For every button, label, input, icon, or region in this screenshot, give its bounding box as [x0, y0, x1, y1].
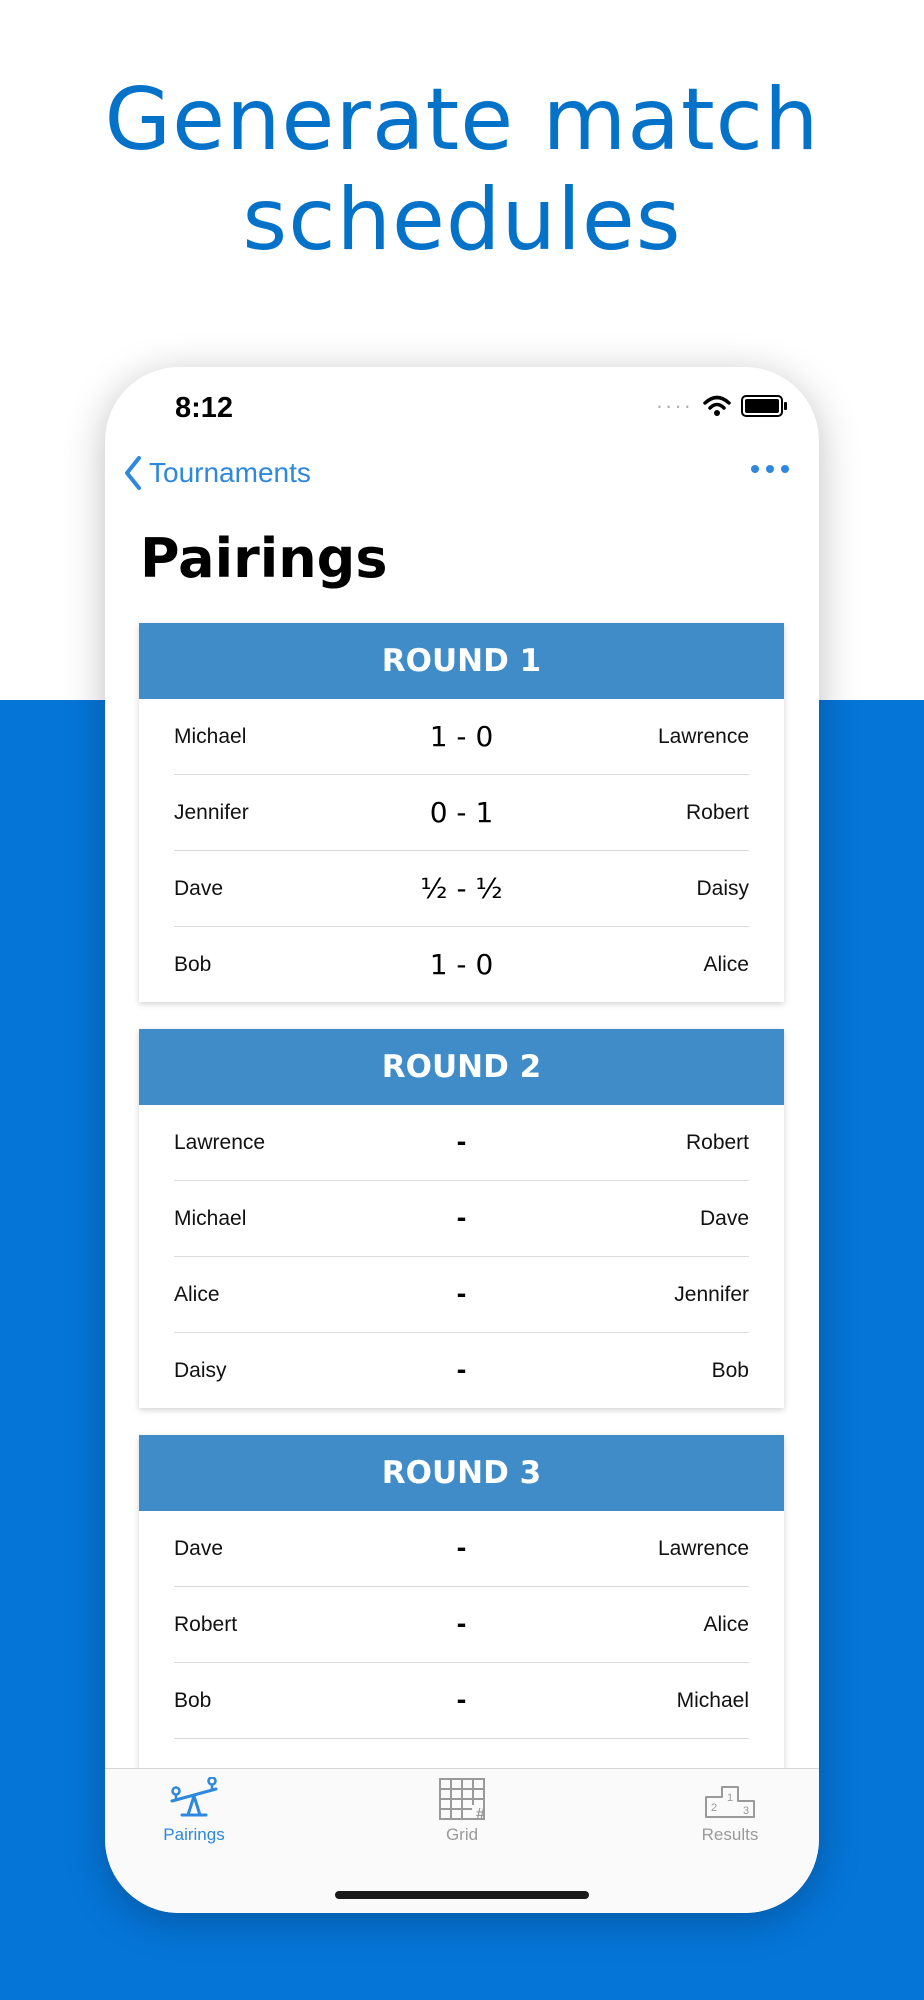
round-card: ROUND 3 Dave - Lawrence Robert - Alice B… — [139, 1435, 784, 1814]
tab-label: Results — [701, 1825, 759, 1844]
status-time: 8:12 — [175, 392, 234, 424]
match-row[interactable]: Michael - Dave — [174, 1181, 749, 1257]
player-black: Robert — [685, 801, 749, 824]
headline-line-2: schedules — [242, 170, 682, 270]
podium-icon: 2 1 3 — [705, 1786, 755, 1818]
tab-grid[interactable]: # Grid — [392, 1777, 532, 1845]
svg-text:3: 3 — [743, 1805, 749, 1817]
tab-label: Grid — [445, 1825, 479, 1844]
svg-text:1: 1 — [727, 1792, 733, 1804]
page-title: Pairings — [140, 527, 388, 590]
player-black: Alice — [703, 953, 749, 976]
player-black: Lawrence — [657, 725, 749, 748]
chevron-left-icon — [125, 456, 141, 490]
more-options-button[interactable] — [751, 465, 789, 473]
headline: Generate match schedules — [0, 70, 924, 270]
player-black: Robert — [685, 1131, 749, 1154]
tab-pairings[interactable]: Pairings — [124, 1777, 264, 1845]
player-black: Dave — [699, 1207, 749, 1230]
match-row[interactable]: Dave - Lawrence — [174, 1511, 749, 1587]
tab-results[interactable]: 2 1 3 Results — [660, 1777, 800, 1845]
match-score: 0 - 1 — [429, 796, 494, 829]
player-black: Daisy — [696, 877, 749, 900]
round-card: ROUND 1 Michael 1 - 0 Lawrence Jennifer … — [139, 623, 784, 1002]
more-dot-icon — [781, 465, 789, 473]
match-score: 1 - 0 — [429, 948, 494, 981]
match-row[interactable]: Robert - Alice — [174, 1587, 749, 1663]
match-row[interactable]: Bob - Michael — [174, 1663, 749, 1739]
player-black: Jennifer — [674, 1283, 749, 1306]
svg-text:#: # — [476, 1806, 485, 1821]
status-icons: ···· — [655, 393, 787, 418]
battery-icon — [741, 395, 787, 417]
match-score: ½ - ½ — [420, 872, 503, 905]
signal-icon: ···· — [655, 393, 693, 418]
round-header: ROUND 2 — [139, 1029, 784, 1105]
round-header: ROUND 1 — [139, 623, 784, 699]
player-black: Alice — [703, 1613, 749, 1636]
more-dot-icon — [766, 465, 774, 473]
seesaw-icon — [170, 1777, 218, 1817]
match-row[interactable]: Bob 1 - 0 Alice — [174, 927, 749, 1002]
match-row[interactable]: Michael 1 - 0 Lawrence — [174, 699, 749, 775]
match-row[interactable]: Dave ½ - ½ Daisy — [174, 851, 749, 927]
tab-label: Pairings — [163, 1825, 225, 1844]
match-score: - — [456, 1356, 467, 1384]
back-button-label: Tournaments — [149, 457, 311, 488]
match-score: - — [456, 1610, 467, 1638]
svg-text:2: 2 — [711, 1802, 717, 1814]
player-black: Michael — [676, 1689, 749, 1712]
match-score: - — [456, 1686, 467, 1714]
match-score: - — [456, 1204, 467, 1232]
round-card: ROUND 2 Lawrence - Robert Michael - Dave… — [139, 1029, 784, 1408]
more-dot-icon — [751, 465, 759, 473]
home-indicator[interactable] — [335, 1891, 589, 1899]
player-black: Lawrence — [657, 1537, 749, 1560]
match-row[interactable]: Daisy - Bob — [174, 1333, 749, 1408]
match-row[interactable]: Lawrence - Robert — [174, 1105, 749, 1181]
match-score: - — [456, 1128, 467, 1156]
grid-icon: # — [439, 1778, 485, 1821]
wifi-icon — [703, 395, 731, 416]
player-black: Bob — [711, 1359, 749, 1382]
headline-line-1: Generate match — [104, 70, 820, 170]
back-button[interactable]: Tournaments — [123, 455, 311, 491]
phone-screen: 8:12 ···· Tournaments Pairings ROUND 1 M… — [105, 367, 819, 1913]
match-row[interactable]: Alice - Jennifer — [174, 1257, 749, 1333]
match-row[interactable]: Jennifer 0 - 1 Robert — [174, 775, 749, 851]
round-header: ROUND 3 — [139, 1435, 784, 1511]
match-score: - — [456, 1280, 467, 1308]
